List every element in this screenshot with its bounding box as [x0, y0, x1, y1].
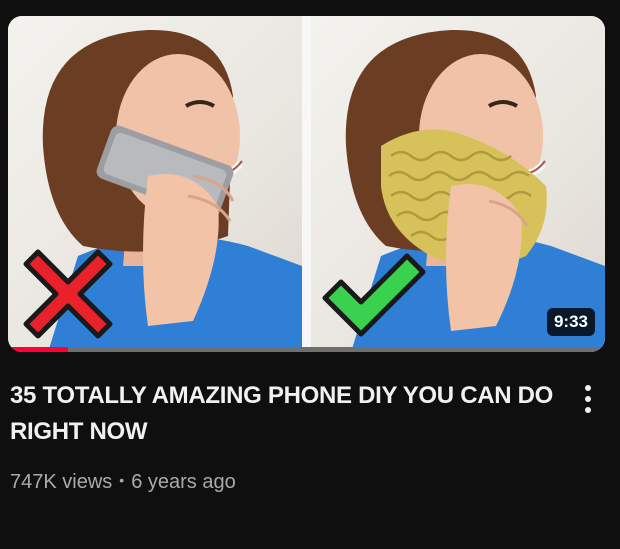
- upload-age: 6 years ago: [131, 471, 236, 493]
- menu-dot: [585, 385, 591, 391]
- duration-badge: 9:33: [546, 308, 595, 336]
- menu-dot: [585, 407, 591, 413]
- vertical-ellipsis-icon[interactable]: [572, 378, 604, 420]
- thumbnail-right-panel: [311, 16, 605, 352]
- cross-icon: [23, 249, 113, 339]
- menu-dot: [585, 396, 591, 402]
- video-card[interactable]: 9:33 35 TOTALLY AMAZING PHONE DIY YOU CA…: [0, 0, 620, 549]
- meta-separator: •: [119, 472, 125, 488]
- video-thumbnail[interactable]: 9:33: [8, 16, 605, 352]
- watch-progress-fill: [8, 347, 68, 352]
- view-count: 747K views: [10, 471, 113, 493]
- thumbnail-divider: [302, 16, 311, 352]
- video-title[interactable]: 35 TOTALLY AMAZING PHONE DIY YOU CAN DO …: [10, 378, 555, 450]
- video-metadata: 747K views • 6 years ago: [10, 471, 236, 494]
- thumbnail-left-panel: [8, 16, 302, 352]
- watch-progress-bar: [8, 347, 605, 352]
- check-icon: [322, 253, 426, 337]
